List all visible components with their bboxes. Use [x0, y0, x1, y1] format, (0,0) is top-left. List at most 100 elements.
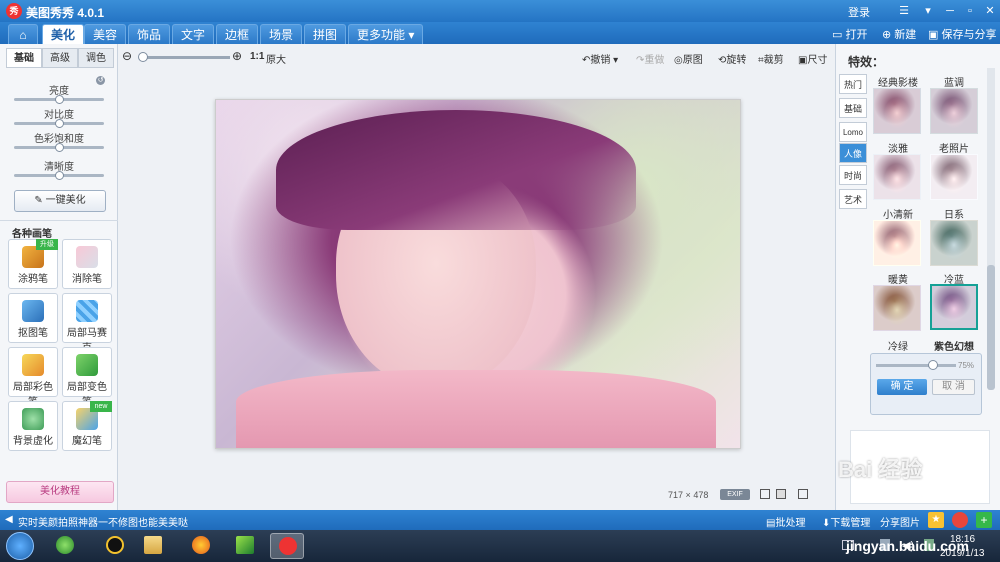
magic-brush[interactable]: 魔幻笔 new [62, 401, 112, 451]
effect-intensity-slider[interactable] [876, 364, 956, 367]
save-share-button[interactable]: ▣ 保存与分享 [928, 26, 996, 42]
taskbar-app[interactable] [48, 533, 82, 559]
new-button[interactable]: ⊕ 新建 [882, 26, 916, 42]
home-icon[interactable]: ⌂ [8, 24, 38, 44]
taskbar-app[interactable] [184, 533, 218, 559]
fullscreen-icon[interactable] [776, 489, 786, 499]
rotate-button[interactable]: ⟲旋转 [718, 51, 746, 66]
effect-thumb-classic-studio[interactable] [873, 88, 921, 134]
background-blur-brush[interactable]: 背景虚化 [8, 401, 58, 451]
login-link[interactable]: 登录 [848, 4, 870, 20]
effect-label: 淡雅 [888, 144, 908, 155]
saturation-slider[interactable] [14, 143, 104, 152]
original-size-button[interactable]: 原大 [266, 51, 286, 66]
fit-window-icon[interactable] [760, 489, 770, 499]
zoom-knob[interactable] [138, 52, 148, 62]
category-art[interactable]: 艺术 [839, 189, 867, 209]
effect-thumb-cool-blue[interactable] [930, 284, 978, 330]
baidu-watermark: Bai 经验 [838, 457, 923, 482]
zoom-out-icon[interactable]: ⊖ [122, 49, 132, 63]
category-fashion[interactable]: 时尚 [839, 165, 867, 185]
slider-knob[interactable] [55, 119, 64, 128]
one-key-beautify-button[interactable]: ✎ 一键美化 [14, 190, 106, 212]
divider [0, 220, 118, 221]
effect-thumb-warm-yellow[interactable] [873, 285, 921, 331]
tab-beauty[interactable]: 美容 [84, 24, 127, 44]
folder-icon [144, 536, 162, 554]
tutorial-button[interactable]: 美化教程 [6, 481, 114, 503]
zoom-slider[interactable] [138, 52, 230, 62]
effect-thumb-elegant[interactable] [873, 154, 921, 200]
effect-label: 蓝调 [944, 78, 964, 89]
tab-scenes[interactable]: 场景 [260, 24, 303, 44]
subtab-advanced[interactable]: 高级 [42, 48, 78, 68]
taskbar-app[interactable] [98, 533, 132, 559]
browser-360-icon [56, 536, 74, 554]
zoom-in-icon[interactable]: ⊕ [232, 49, 242, 63]
meitu-icon [279, 537, 297, 555]
subtab-color[interactable]: 调色 [78, 48, 114, 68]
window-title: 美图秀秀 4.0.1 [26, 6, 105, 20]
taskbar-app[interactable] [136, 533, 170, 559]
local-color-brush[interactable]: 局部彩色笔 [8, 347, 58, 408]
mosaic-brush[interactable]: 局部马赛克 [62, 293, 112, 354]
tab-text[interactable]: 文字 [172, 24, 215, 44]
original-image-button[interactable]: ◎原图 [674, 51, 703, 66]
tab-more[interactable]: 更多功能 ▾ [348, 24, 424, 44]
doodle-brush[interactable]: 涂鸦笔 升级 [8, 239, 58, 289]
cancel-button[interactable]: 取 消 [932, 379, 975, 395]
open-button[interactable]: ▭ 打开 [832, 26, 867, 42]
undo-button[interactable]: ↶撤销 ▾ [582, 51, 618, 66]
tab-decorations[interactable]: 饰品 [128, 24, 171, 44]
category-portrait[interactable]: 人像 [839, 143, 867, 163]
paint-bucket-icon [76, 354, 98, 376]
resize-button[interactable]: ▣尺寸 [798, 51, 827, 66]
cutout-brush[interactable]: 抠图笔 [8, 293, 58, 343]
category-basic[interactable]: 基础 [839, 98, 867, 118]
slider-knob[interactable] [55, 171, 64, 180]
menu-icon[interactable]: ☰ [896, 3, 912, 19]
redo-button[interactable]: ↷重做 [636, 51, 664, 66]
tab-collage[interactable]: 拼图 [304, 24, 347, 44]
taskbar-app-meitu[interactable] [270, 533, 304, 559]
effects-scrollbar-thumb[interactable] [987, 265, 995, 390]
crop-button[interactable]: ⌗裁剪 [758, 51, 784, 66]
slider-knob[interactable] [55, 95, 64, 104]
confirm-button[interactable]: 确 定 [877, 379, 927, 395]
tab-beautify[interactable]: 美化 [42, 24, 85, 44]
close-icon[interactable]: ✕ [982, 3, 998, 19]
compare-view-icon[interactable] [798, 489, 808, 499]
effects-title: 特效： [848, 55, 885, 69]
sharpness-slider[interactable] [14, 171, 104, 180]
effect-label: 暖黄 [888, 275, 908, 286]
effect-thumb-fresh[interactable] [873, 220, 921, 266]
batch-button[interactable]: ▤批处理 [766, 514, 805, 529]
app-logo: 秀 [6, 3, 22, 19]
eraser-brush[interactable]: 消除笔 [62, 239, 112, 289]
exif-button[interactable]: EXIF [720, 489, 750, 500]
effect-thumb-blues[interactable] [930, 88, 978, 134]
effect-label: 老照片 [939, 144, 969, 155]
local-recolor-brush[interactable]: 局部变色笔 [62, 347, 112, 408]
slider-knob[interactable] [55, 143, 64, 152]
maximize-icon[interactable]: ▫ [962, 3, 978, 19]
effect-intensity-knob[interactable] [928, 360, 938, 370]
minimize-icon[interactable]: ─ [942, 3, 958, 19]
category-hot[interactable]: 热门 [839, 74, 867, 94]
skin-icon[interactable]: ▾ [920, 3, 936, 19]
photo-canvas[interactable] [215, 99, 741, 449]
zoom-ratio[interactable]: 1:1 [250, 51, 264, 62]
effect-thumb-japanese[interactable] [930, 220, 978, 266]
category-lomo[interactable]: Lomo [839, 122, 867, 142]
portrait-shirt [236, 370, 716, 448]
taskbar-app[interactable] [228, 533, 262, 559]
media-player-icon [236, 536, 254, 554]
start-button[interactable] [6, 532, 34, 560]
brightness-slider[interactable] [14, 95, 104, 104]
tab-frames[interactable]: 边框 [216, 24, 259, 44]
effect-thumb-old-photo[interactable] [930, 154, 978, 200]
contrast-slider[interactable] [14, 119, 104, 128]
mosaic-icon [76, 300, 98, 322]
subtab-basic[interactable]: 基础 [6, 48, 42, 68]
status-tip[interactable]: 实时美颜拍照神器一不修图也能美美哒 [18, 514, 188, 529]
